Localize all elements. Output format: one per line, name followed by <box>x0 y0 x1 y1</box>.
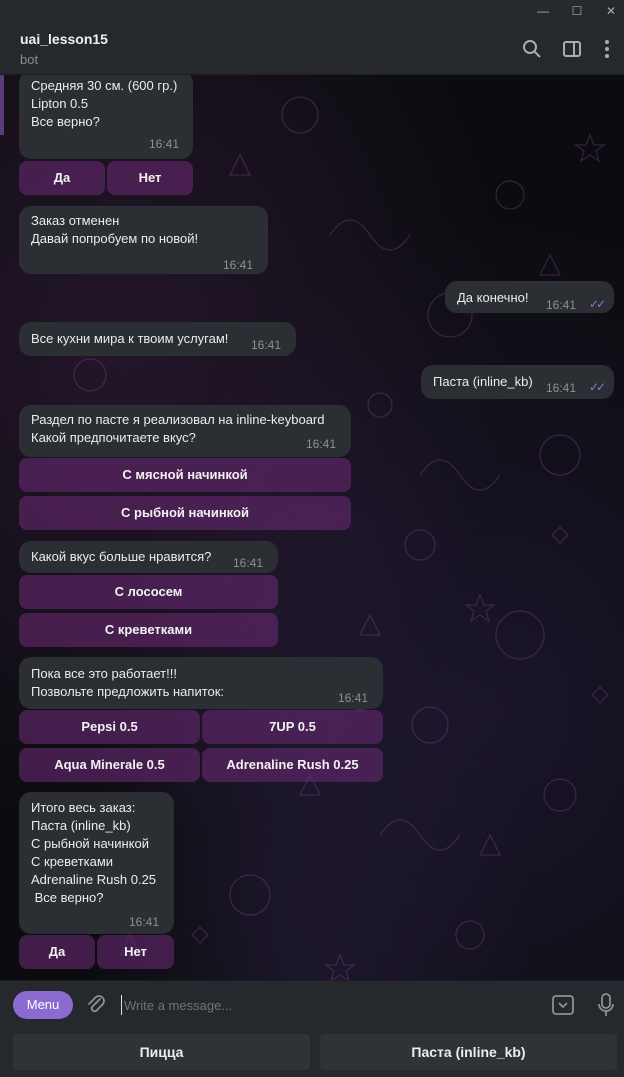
message-line: Паста (inline_kb) <box>31 818 131 833</box>
message-bubble: Итого весь заказ: Паста (inline_kb) С ры… <box>19 792 174 934</box>
message-bubble: Раздел по пасте я реализовал на inline-k… <box>19 405 351 457</box>
scroll-indicator <box>0 75 4 135</box>
message-line: Заказ отменен <box>31 213 120 228</box>
message-line: С креветками <box>31 854 114 869</box>
reply-button-pizza[interactable]: Пицца <box>13 1034 310 1070</box>
minimize-button[interactable]: — <box>528 0 558 22</box>
inline-button-7up[interactable]: 7UP 0.5 <box>202 710 383 744</box>
message-bubble: Средняя 30 см. (600 гр.) Lipton 0.5 Все … <box>19 75 193 159</box>
bot-menu-button[interactable]: Menu <box>13 991 73 1019</box>
inline-button-no[interactable]: Нет <box>107 161 193 195</box>
message-text: Все кухни мира к твоим услугам! <box>31 331 229 346</box>
message-line: Итого весь заказ: <box>31 800 136 815</box>
chat-subtitle: bot <box>20 52 39 67</box>
inline-button-fish[interactable]: С рыбной начинкой <box>19 496 351 530</box>
close-button[interactable]: ✕ <box>596 0 624 22</box>
message-time: 16:41 <box>338 691 369 705</box>
message-line: Все верно? <box>31 114 100 129</box>
message-time: 16:41 <box>223 258 254 272</box>
message-bubble: Все кухни мира к твоим услугам! 16:41 <box>19 322 296 356</box>
read-checkmarks-icon: ✓✓ <box>589 297 606 311</box>
message-time: 16:41 <box>306 437 337 451</box>
message-time: 16:41 <box>546 298 577 312</box>
inline-button-meat[interactable]: С мясной начинкой <box>19 458 351 492</box>
message-line: Какой предпочитаете вкус? <box>31 430 196 445</box>
message-line: Все верно? <box>31 890 104 905</box>
sidebar-toggle-icon[interactable] <box>561 38 583 60</box>
message-bubble: Пока все это работает!!! Позвольте предл… <box>19 657 383 709</box>
chat-history[interactable]: Средняя 30 см. (600 гр.) Lipton 0.5 Все … <box>0 75 624 980</box>
outgoing-message-bubble: Да конечно! 16:41 ✓✓ <box>445 281 614 313</box>
text-cursor <box>121 995 122 1015</box>
message-line: Lipton 0.5 <box>31 96 89 111</box>
message-time: 16:41 <box>149 137 180 151</box>
read-checkmarks-icon: ✓✓ <box>589 380 606 394</box>
maximize-button[interactable]: ☐ <box>562 0 592 22</box>
message-composer: Menu <box>0 980 624 1028</box>
more-vertical-icon[interactable] <box>596 38 618 60</box>
message-input[interactable] <box>124 995 524 1015</box>
window-titlebar: — ☐ ✕ <box>0 0 624 22</box>
message-time: 16:41 <box>129 915 160 929</box>
reply-keyboard: Пицца Паста (inline_kb) <box>0 1028 624 1077</box>
message-line: Раздел по пасте я реализовал на inline-k… <box>31 412 325 427</box>
message-line: Adrenaline Rush 0.25 <box>31 872 157 887</box>
inline-button-adrenaline[interactable]: Adrenaline Rush 0.25 <box>202 748 383 782</box>
chat-title: uai_lesson15 <box>20 31 108 47</box>
inline-button-yes[interactable]: Да <box>19 161 105 195</box>
message-text: Какой вкус больше нравится? <box>31 549 212 564</box>
message-bubble: Какой вкус больше нравится? 16:41 <box>19 541 278 573</box>
inline-button-no-final[interactable]: Нет <box>97 935 174 969</box>
message-line: Давай попробуем по новой! <box>31 231 199 246</box>
message-bubble: Заказ отменен Давай попробуем по новой! … <box>19 206 268 274</box>
search-icon[interactable] <box>521 38 543 60</box>
microphone-icon[interactable] <box>596 992 616 1018</box>
chat-header[interactable]: uai_lesson15 bot <box>0 22 624 75</box>
message-time: 16:41 <box>233 556 264 570</box>
keyboard-toggle-icon[interactable] <box>551 993 575 1017</box>
reply-button-pasta[interactable]: Паста (inline_kb) <box>320 1034 617 1070</box>
message-text: Паста (inline_kb) <box>433 374 533 389</box>
inline-button-salmon[interactable]: С лососем <box>19 575 278 609</box>
message-text: Да конечно! <box>457 290 529 305</box>
message-line: Пока все это работает!!! <box>31 666 177 681</box>
inline-button-yes-final[interactable]: Да <box>19 935 95 969</box>
outgoing-message-bubble: Паста (inline_kb) 16:41 ✓✓ <box>421 365 614 399</box>
message-line: Позвольте предложить напиток: <box>31 684 225 699</box>
attach-icon[interactable] <box>84 993 108 1017</box>
inline-button-aqua[interactable]: Aqua Minerale 0.5 <box>19 748 200 782</box>
inline-button-shrimp[interactable]: С креветками <box>19 613 278 647</box>
message-time: 16:41 <box>251 338 282 352</box>
message-time: 16:41 <box>546 381 577 395</box>
message-line: Средняя 30 см. (600 гр.) <box>31 78 178 93</box>
inline-button-pepsi[interactable]: Pepsi 0.5 <box>19 710 200 744</box>
message-line: С рыбной начинкой <box>31 836 149 851</box>
